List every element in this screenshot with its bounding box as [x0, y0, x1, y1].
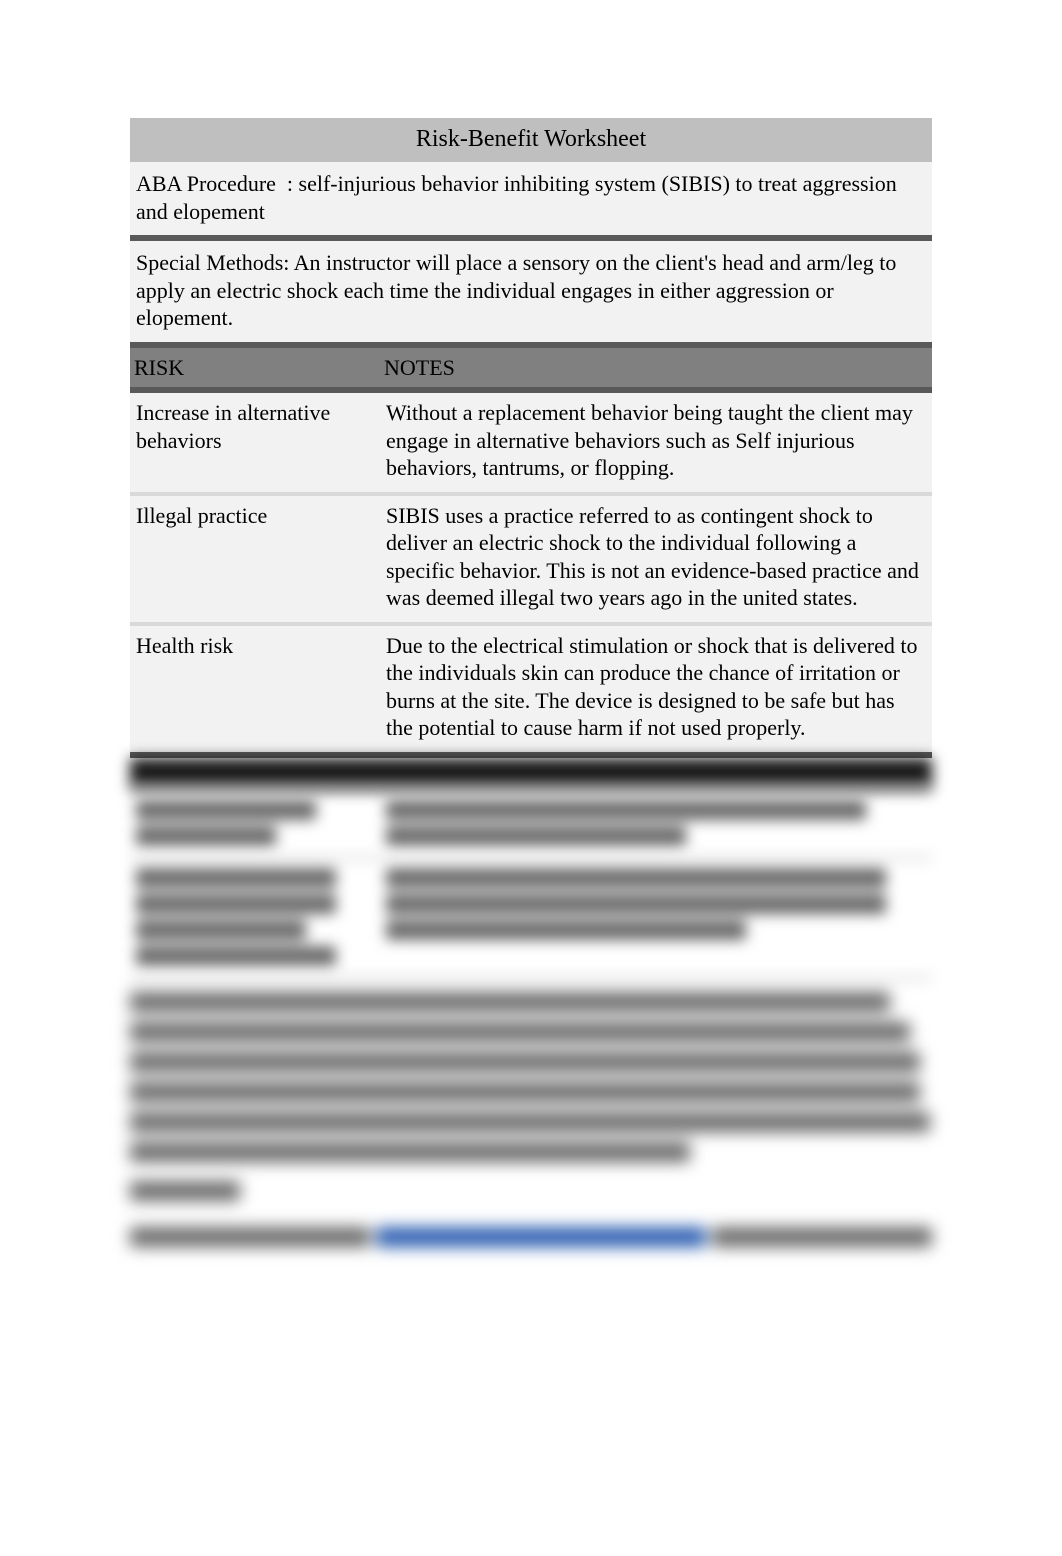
blurred-row [130, 860, 932, 976]
procedure-row: ABA Procedure : self-injurious behavior … [130, 162, 932, 235]
notes-cell: Without a replacement behavior being tau… [380, 393, 932, 492]
header-risk: RISK [130, 348, 380, 388]
worksheet-table: Risk-Benefit Worksheet ABA Procedure : s… [130, 118, 932, 980]
blurred-paragraph [130, 992, 932, 1162]
worksheet-title: Risk-Benefit Worksheet [130, 118, 932, 162]
blurred-cell [130, 860, 380, 976]
blurred-cell [130, 792, 380, 856]
table-row: Illegal practice SIBIS uses a practice r… [130, 496, 932, 622]
notes-cell: Due to the electrical stimulation or sho… [380, 626, 932, 752]
table-row: Health risk Due to the electrical stimul… [130, 626, 932, 752]
blurred-references-label [130, 1176, 240, 1204]
header-notes: NOTES [380, 348, 932, 388]
blurred-reference-entry [130, 1221, 932, 1249]
table-header-row: RISK NOTES [130, 348, 932, 388]
notes-cell: SIBIS uses a practice referred to as con… [380, 496, 932, 622]
title-row: Risk-Benefit Worksheet [130, 118, 932, 162]
risk-cell: Health risk [130, 626, 380, 752]
risk-cell: Illegal practice [130, 496, 380, 622]
special-methods-row: Special Methods: An instructor will plac… [130, 241, 932, 342]
procedure-text: ABA Procedure : self-injurious behavior … [130, 162, 932, 235]
blurred-cell [380, 792, 932, 856]
worksheet-page: Risk-Benefit Worksheet ABA Procedure : s… [0, 0, 1062, 1289]
risk-cell: Increase in alternative behaviors [130, 393, 380, 492]
blurred-row [130, 792, 932, 856]
table-row: Increase in alternative behaviors Withou… [130, 393, 932, 492]
special-methods-text: Special Methods: An instructor will plac… [130, 241, 932, 342]
blurred-cell [380, 860, 932, 976]
separator [130, 976, 932, 980]
blurred-section-header [130, 758, 932, 786]
